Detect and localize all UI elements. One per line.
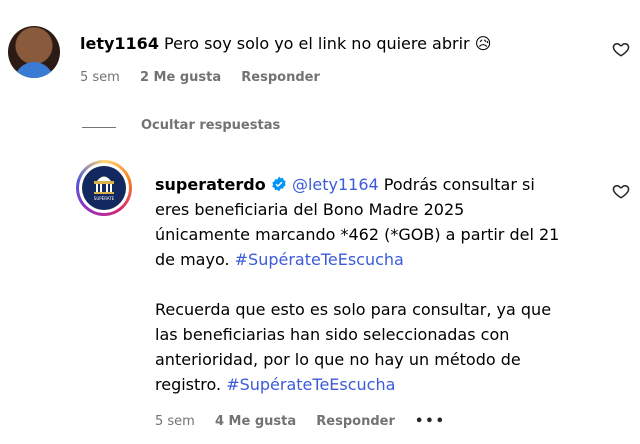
avatar-shirt — [14, 62, 54, 78]
reply-p2-line-4: registro. #SupérateTeEscucha — [155, 372, 595, 397]
hashtag-link-1[interactable]: #SupérateTeEscucha — [235, 250, 404, 269]
hide-replies-button[interactable]: Ocultar respuestas — [141, 118, 280, 133]
comment-username[interactable]: lety1164 — [80, 34, 159, 53]
reply-text-4: de mayo. — [155, 250, 235, 269]
reply-mention[interactable]: @lety1164 — [292, 175, 379, 194]
avatar-superaterdo[interactable]: SUPÉRATE — [76, 160, 132, 216]
reply-meta: 5 sem 4 Me gusta Responder ••• — [155, 414, 462, 429]
comment-body: lety1164 Pero soy solo yo el link no qui… — [80, 34, 491, 53]
comment-text: Pero soy solo yo el link no quiere abrir — [164, 34, 470, 53]
reply-p2-line-3: anterioridad, por lo que no hay un métod… — [155, 350, 521, 369]
verified-badge-icon — [272, 176, 286, 192]
building-logo-icon: SUPÉRATE — [94, 176, 115, 201]
reply-body: superaterdo @lety1164 Podrás consultar s… — [155, 172, 595, 397]
comment-time: 5 sem — [80, 70, 120, 85]
hashtag-link-2[interactable]: #SupérateTeEscucha — [226, 375, 395, 394]
reply-likes[interactable]: 4 Me gusta — [215, 414, 296, 429]
reply-p2-line-2: las beneficiarias han sido seleccionadas… — [155, 325, 510, 344]
sad-emoji-icon: 😥 — [474, 34, 492, 53]
replies-divider — [82, 127, 116, 128]
comment-likes[interactable]: 2 Me gusta — [140, 70, 221, 85]
reply-line-3: únicamente marcando *462 (*GOB) a partir… — [155, 225, 560, 244]
reply-text-1: Podrás consultar si — [378, 175, 535, 194]
more-options-icon[interactable]: ••• — [415, 414, 446, 429]
reply-line-4: de mayo. #SupérateTeEscucha — [155, 247, 595, 272]
reply-time: 5 sem — [155, 414, 195, 429]
avatar-ring-inner: SUPÉRATE — [79, 163, 129, 213]
reply-username[interactable]: superaterdo — [155, 175, 266, 194]
heart-outline-icon[interactable] — [612, 40, 630, 58]
reply-heart-outline-icon[interactable] — [612, 182, 630, 200]
superate-logo: SUPÉRATE — [82, 166, 126, 210]
comment-meta: 5 sem 2 Me gusta Responder — [80, 70, 336, 85]
reply-line-1: superaterdo @lety1164 Podrás consultar s… — [155, 172, 595, 197]
reply-reply-button[interactable]: Responder — [316, 414, 395, 429]
reply-p2-line-1: Recuerda que esto es solo para consultar… — [155, 300, 552, 319]
logo-text: SUPÉRATE — [94, 196, 115, 201]
avatar-lety1164[interactable] — [8, 26, 60, 78]
reply-line-2: eres beneficiaria del Bono Madre 2025 — [155, 200, 465, 219]
reply-p2-text-4: registro. — [155, 375, 227, 394]
comment-reply-button[interactable]: Responder — [241, 70, 320, 85]
